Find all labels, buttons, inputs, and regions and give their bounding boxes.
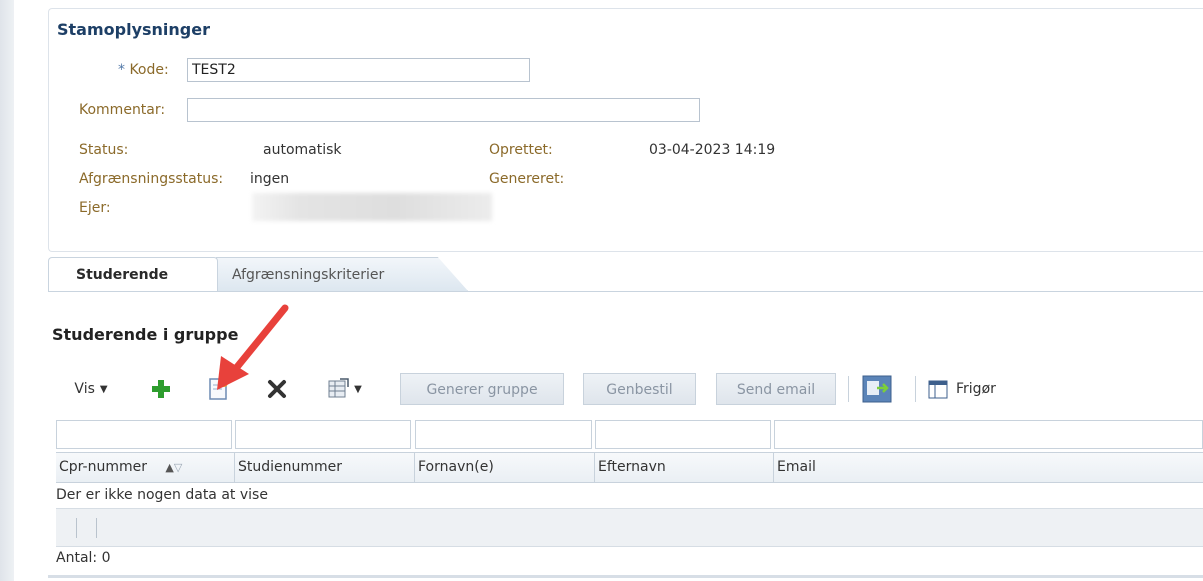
kode-input[interactable] bbox=[187, 58, 530, 82]
generer-gruppe-button[interactable]: Generer gruppe bbox=[400, 373, 564, 405]
afgraensningsstatus-label: Afgrænsningsstatus: bbox=[79, 171, 224, 187]
filter-cpr-input[interactable] bbox=[56, 420, 232, 449]
export-grid-icon bbox=[328, 378, 349, 398]
column-header-cpr[interactable]: Cpr-nummer ▲▽ bbox=[56, 453, 235, 482]
scrollbar-grip bbox=[76, 518, 77, 538]
afgraensningsstatus-value: ingen bbox=[250, 171, 290, 187]
column-header-fornavn[interactable]: Fornavn(e) bbox=[415, 453, 595, 482]
caret-down-icon: ▼ bbox=[354, 383, 362, 395]
tab-afgraensningskriterier[interactable]: Afgrænsningskriterier bbox=[216, 257, 468, 291]
filter-row bbox=[56, 420, 1203, 449]
header-row: Cpr-nummer ▲▽ Studienummer Fornavn(e) Ef… bbox=[56, 452, 1203, 483]
oprettet-label: Oprettet: bbox=[489, 142, 553, 158]
sort-asc-icon[interactable]: ▲ bbox=[165, 461, 173, 474]
oprettet-value: 03-04-2023 14:19 bbox=[649, 142, 776, 158]
add-button[interactable] bbox=[146, 368, 176, 410]
status-label: Status: bbox=[79, 142, 129, 158]
frigor-label: Frigør bbox=[956, 381, 996, 397]
detach-button[interactable] bbox=[858, 368, 896, 410]
kommentar-input[interactable] bbox=[187, 98, 700, 122]
column-header-efternavn[interactable]: Efternavn bbox=[595, 453, 774, 482]
annotation-arrow-icon bbox=[217, 304, 289, 390]
filter-studienummer-input[interactable] bbox=[235, 420, 411, 449]
sort-desc-icon[interactable]: ▽ bbox=[174, 461, 182, 474]
kommentar-label: Kommentar: bbox=[79, 102, 166, 118]
row-count: Antal: 0 bbox=[56, 550, 111, 566]
required-marker: * bbox=[118, 62, 125, 78]
frigor-button[interactable]: Frigør bbox=[928, 368, 1008, 410]
ejer-label: Ejer: bbox=[79, 200, 111, 216]
left-edge-strip bbox=[0, 0, 14, 581]
tab-baseline bbox=[48, 291, 1203, 292]
horizontal-scrollbar[interactable] bbox=[56, 508, 1203, 547]
toolbar-separator bbox=[848, 376, 849, 402]
tab-studerende[interactable]: Studerende bbox=[48, 257, 218, 291]
genereret-label: Genereret: bbox=[489, 171, 565, 187]
kode-label: * Kode: bbox=[118, 62, 169, 78]
column-header-email[interactable]: Email bbox=[774, 453, 1203, 482]
filter-email-input[interactable] bbox=[774, 420, 1203, 449]
footer-divider bbox=[48, 575, 1203, 578]
stamoplysninger-panel bbox=[48, 8, 1203, 252]
freeze-columns-icon bbox=[928, 380, 948, 399]
scrollbar-grip bbox=[96, 518, 97, 538]
detach-table-icon bbox=[862, 375, 892, 403]
vis-menu[interactable]: Vis ▼ bbox=[62, 368, 120, 410]
status-value: automatisk bbox=[263, 142, 342, 158]
empty-table-message: Der er ikke nogen data at vise bbox=[56, 487, 268, 503]
panel-title: Stamoplysninger bbox=[57, 20, 210, 39]
filter-efternavn-input[interactable] bbox=[595, 420, 771, 449]
toolbar-separator bbox=[915, 376, 916, 402]
ejer-value-redacted bbox=[252, 193, 492, 221]
genbestil-button[interactable]: Genbestil bbox=[583, 373, 696, 405]
export-menu[interactable]: ▼ bbox=[316, 368, 372, 410]
plus-icon bbox=[152, 380, 170, 398]
send-email-button[interactable]: Send email bbox=[716, 373, 836, 405]
column-header-studienummer[interactable]: Studienummer bbox=[235, 453, 415, 482]
caret-down-icon: ▼ bbox=[99, 383, 108, 395]
filter-fornavn-input[interactable] bbox=[415, 420, 592, 449]
vis-label: Vis bbox=[74, 381, 95, 397]
